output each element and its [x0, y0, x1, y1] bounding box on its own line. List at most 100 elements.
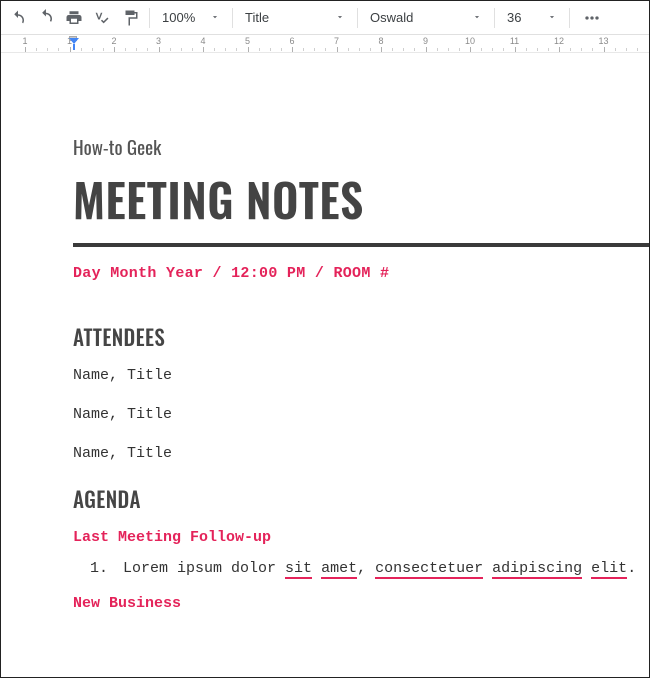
ruler-tick: 11 — [509, 35, 521, 46]
ruler-minor-tick — [537, 48, 538, 51]
ruler-minor-tick — [348, 48, 349, 51]
ruler-minor-tick — [181, 48, 182, 51]
ruler-minor-tick — [492, 48, 493, 51]
misspelled-word[interactable]: consectetuer — [375, 560, 483, 579]
font-family-select[interactable]: Oswald — [364, 5, 488, 31]
agenda-heading[interactable]: AGENDA — [73, 484, 649, 515]
redo-button[interactable] — [33, 5, 59, 31]
separator — [232, 8, 233, 28]
paragraph-style-value: Title — [245, 10, 269, 25]
ruler-minor-tick — [437, 48, 438, 51]
attendee-line[interactable]: Name, Title — [73, 367, 649, 384]
paragraph-style-select[interactable]: Title — [239, 5, 351, 31]
ruler-minor-tick — [270, 48, 271, 51]
subtitle-text[interactable]: How-to Geek — [73, 133, 649, 161]
ruler-minor-tick — [170, 48, 171, 51]
separator — [494, 8, 495, 28]
text-run — [312, 560, 321, 577]
ruler-minor-tick — [570, 48, 571, 51]
ruler-minor-tick — [448, 48, 449, 51]
font-family-value: Oswald — [370, 10, 413, 25]
ruler-minor-tick — [214, 48, 215, 51]
agenda-list[interactable]: Lorem ipsum dolor sit amet, consectetuer… — [73, 560, 649, 577]
ruler-minor-tick — [136, 48, 137, 51]
font-size-value: 36 — [507, 10, 521, 25]
text-run: , — [357, 560, 375, 577]
chevron-down-icon — [472, 10, 482, 25]
ruler-minor-tick — [81, 48, 82, 51]
ruler-minor-tick — [225, 48, 226, 51]
misspelled-word[interactable]: sit — [285, 560, 312, 579]
ruler-tick: 10 — [464, 35, 476, 46]
ruler-tick: 6 — [286, 35, 298, 46]
ruler-tick: 1 — [19, 35, 31, 46]
ruler-minor-tick — [47, 48, 48, 51]
ruler-minor-tick — [481, 48, 482, 51]
misspelled-word[interactable]: adipiscing — [492, 560, 582, 579]
ruler-tick: 7 — [331, 35, 343, 46]
ruler-tick: 8 — [375, 35, 387, 46]
misspelled-word[interactable]: elit — [591, 560, 627, 579]
ruler-minor-tick — [147, 48, 148, 51]
text-run: . — [627, 560, 636, 577]
ruler-minor-tick — [592, 48, 593, 51]
ruler-minor-tick — [459, 48, 460, 51]
document-body[interactable]: How-to Geek MEETING NOTES Day Month Year… — [1, 53, 649, 612]
zoom-value: 100% — [162, 10, 195, 25]
ruler-tick: 2 — [108, 35, 120, 46]
ruler-minor-tick — [637, 48, 638, 51]
print-button[interactable] — [61, 5, 87, 31]
ruler-minor-tick — [581, 48, 582, 51]
ruler-minor-tick — [281, 48, 282, 51]
ruler-minor-tick — [125, 48, 126, 51]
ruler-minor-tick — [192, 48, 193, 51]
ruler-minor-tick — [58, 48, 59, 51]
ruler-minor-tick — [325, 48, 326, 51]
attendee-line[interactable]: Name, Title — [73, 445, 649, 462]
text-run: Lorem ipsum dolor — [123, 560, 285, 577]
ruler-minor-tick — [259, 48, 260, 51]
ruler-minor-tick — [236, 48, 237, 51]
ruler-tick: 12 — [553, 35, 565, 46]
left-indent-marker[interactable] — [69, 38, 79, 50]
ruler-minor-tick — [403, 48, 404, 51]
ruler-minor-tick — [503, 48, 504, 51]
ruler-minor-tick — [314, 48, 315, 51]
ruler-tick: 3 — [153, 35, 165, 46]
document-page[interactable]: How-to Geek MEETING NOTES Day Month Year… — [1, 53, 649, 677]
attendee-line[interactable]: Name, Title — [73, 406, 649, 423]
more-button[interactable] — [576, 5, 608, 31]
separator — [149, 8, 150, 28]
horizontal-ruler[interactable]: 112345678910111213 — [1, 35, 649, 53]
chevron-down-icon — [547, 10, 557, 25]
ruler-minor-tick — [615, 48, 616, 51]
spellcheck-button[interactable] — [89, 5, 115, 31]
ruler-tick: 4 — [197, 35, 209, 46]
agenda-subheading-new-business[interactable]: New Business — [73, 595, 649, 612]
ruler-minor-tick — [414, 48, 415, 51]
separator — [357, 8, 358, 28]
ruler-minor-tick — [548, 48, 549, 51]
ruler-minor-tick — [626, 48, 627, 51]
chevron-down-icon — [210, 10, 220, 25]
attendees-heading[interactable]: ATTENDEES — [73, 322, 649, 353]
ruler-minor-tick — [303, 48, 304, 51]
ruler-tick: 13 — [598, 35, 610, 46]
misspelled-word[interactable]: amet — [321, 560, 357, 579]
meeting-meta-line[interactable]: Day Month Year / 12:00 PM / ROOM # — [73, 265, 649, 282]
chevron-down-icon — [335, 10, 345, 25]
zoom-select[interactable]: 100% — [156, 5, 226, 31]
agenda-list-item[interactable]: Lorem ipsum dolor sit amet, consectetuer… — [117, 560, 649, 577]
text-run — [582, 560, 591, 577]
ruler-minor-tick — [392, 48, 393, 51]
agenda-subheading-last-meeting[interactable]: Last Meeting Follow-up — [73, 529, 649, 546]
ruler-minor-tick — [92, 48, 93, 51]
undo-button[interactable] — [5, 5, 31, 31]
paint-format-button[interactable] — [117, 5, 143, 31]
ruler-minor-tick — [370, 48, 371, 51]
text-run — [483, 560, 492, 577]
font-size-select[interactable]: 36 — [501, 5, 563, 31]
separator — [569, 8, 570, 28]
title-text[interactable]: MEETING NOTES — [73, 165, 649, 233]
toolbar: 100% Title Oswald 36 — [1, 1, 649, 35]
